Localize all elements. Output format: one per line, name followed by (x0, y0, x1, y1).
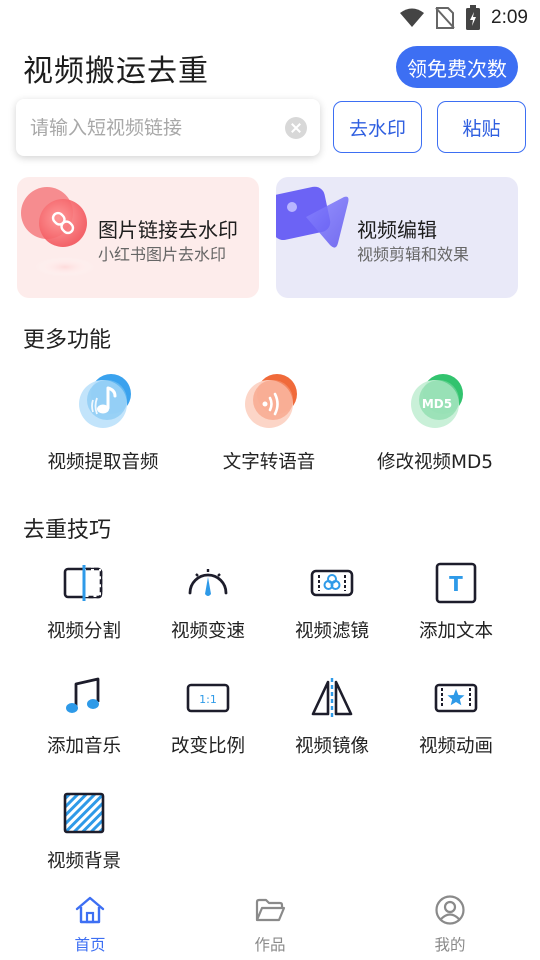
tip-video-split[interactable]: 视频分割 (22, 561, 146, 661)
tab-label: 首页 (74, 936, 106, 954)
video-edit-card[interactable]: 视频编辑 视频剪辑和效果 (276, 177, 518, 298)
text-glyph: T (449, 572, 463, 596)
tip-label: 添加文本 (418, 621, 493, 642)
mirror-icon (311, 678, 353, 718)
tip-video-background[interactable]: 视频背景 (22, 791, 146, 891)
section-title-more: 更多功能 (23, 328, 112, 353)
tip-video-speed[interactable]: 视频变速 (146, 561, 270, 661)
section-title-tips: 去重技巧 (23, 518, 112, 543)
image-watermark-card[interactable]: 图片链接去水印 小红书图片去水印 (17, 177, 259, 298)
remove-watermark-button[interactable]: 去水印 (333, 101, 422, 153)
feature-label: 视频提取音频 (47, 452, 159, 473)
animation-icon (434, 683, 478, 713)
extract-audio-feature[interactable]: 视频提取音频 (13, 372, 193, 473)
music-icon (66, 677, 100, 713)
folder-icon (255, 898, 286, 922)
tip-video-filter[interactable]: 视频滤镜 (270, 561, 394, 661)
feature-label: 文字转语音 (222, 452, 316, 473)
tip-label: 改变比例 (170, 736, 245, 757)
modify-md5-feature[interactable]: MD5 修改视频MD5 (345, 372, 525, 473)
tip-label: 视频分割 (46, 621, 121, 642)
speedometer-icon (188, 569, 228, 596)
music-note-icon (79, 374, 131, 428)
tab-label: 我的 (434, 936, 466, 954)
profile-icon (435, 895, 465, 925)
tip-video-animation[interactable]: 视频动画 (394, 676, 518, 776)
ratio-icon: 1:1 (186, 683, 230, 713)
md5-badge-text: MD5 (422, 397, 452, 411)
video-link-input[interactable] (30, 99, 280, 156)
card-title: 图片链接去水印 (98, 218, 238, 242)
card-title: 视频编辑 (357, 218, 437, 242)
wifi-icon (400, 8, 425, 27)
tip-video-mirror[interactable]: 视频镜像 (270, 676, 394, 776)
tip-add-text[interactable]: T 添加文本 (394, 561, 518, 661)
tab-label: 作品 (254, 936, 286, 954)
tip-label: 视频滤镜 (294, 621, 369, 642)
page-title: 视频搬运去重 (23, 54, 209, 89)
status-icons: 2:09 (399, 4, 528, 32)
card-subtitle: 小红书图片去水印 (98, 245, 227, 264)
tip-label: 视频背景 (46, 851, 121, 872)
sound-wave-icon (245, 374, 297, 428)
clear-icon[interactable] (285, 117, 307, 139)
status-time: 2:09 (491, 7, 528, 28)
battery-icon (466, 5, 481, 30)
ratio-glyph: 1:1 (199, 693, 217, 706)
card-subtitle: 视频剪辑和效果 (357, 245, 470, 264)
tab-works[interactable]: 作品 (180, 890, 360, 960)
bottom-tab-bar: 首页 作品 我的 (0, 890, 540, 960)
tab-profile[interactable]: 我的 (360, 890, 540, 960)
no-sim-icon (435, 7, 455, 29)
tip-label: 视频变速 (170, 621, 245, 642)
tip-label: 添加音乐 (46, 736, 121, 757)
free-credits-button[interactable]: 领免费次数 (396, 46, 518, 88)
status-bar: 2:09 (0, 0, 540, 36)
md5-icon: MD5 (411, 374, 463, 428)
video-edit-icon (276, 186, 349, 248)
tab-home[interactable]: 首页 (0, 890, 180, 960)
split-icon (63, 565, 103, 601)
feature-label: 修改视频MD5 (377, 452, 493, 473)
home-icon (75, 896, 105, 924)
link-icon (21, 187, 95, 277)
tip-add-music[interactable]: 添加音乐 (22, 676, 146, 776)
tip-label: 视频镜像 (294, 736, 369, 757)
background-icon (63, 792, 105, 834)
filter-icon (310, 569, 354, 597)
header: 视频搬运去重 领免费次数 (0, 44, 540, 92)
search-box (16, 99, 320, 156)
tip-label: 视频动画 (418, 736, 493, 757)
text-to-speech-feature[interactable]: 文字转语音 (179, 372, 359, 473)
tip-change-ratio[interactable]: 1:1 改变比例 (146, 676, 270, 776)
text-icon: T (435, 562, 477, 604)
paste-button[interactable]: 粘贴 (437, 101, 526, 153)
